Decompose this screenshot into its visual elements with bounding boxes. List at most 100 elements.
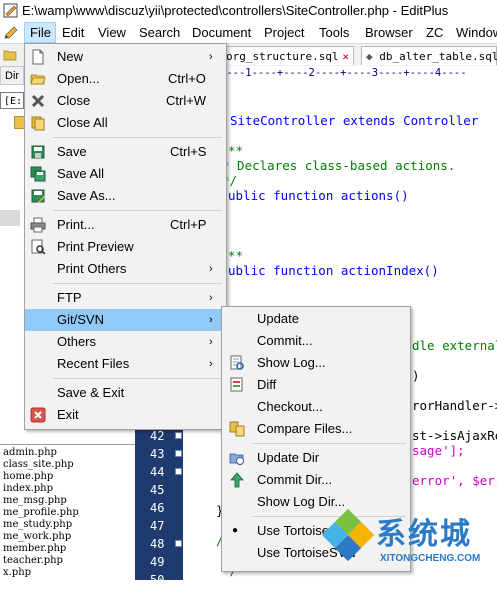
file-item[interactable]: admin.php	[3, 447, 57, 459]
menu-item-commit[interactable]: Commit...	[222, 330, 410, 352]
file-item[interactable]: me_study.php	[3, 519, 72, 531]
menu-item-checkout[interactable]: Checkout...	[222, 396, 410, 418]
show-log-icon	[230, 355, 244, 370]
close-all-icon	[31, 116, 45, 131]
folder-icon[interactable]	[3, 48, 17, 62]
submenu-arrow-icon: ›	[209, 292, 213, 304]
new-file-icon	[32, 49, 44, 65]
dir-tab[interactable]: Dir	[0, 66, 24, 85]
menu-edit[interactable]: Edit	[62, 22, 84, 43]
save-icon	[31, 145, 45, 159]
update-dir-icon	[229, 453, 244, 465]
menu-item-print-others[interactable]: Print Others ›	[25, 258, 226, 280]
menu-item-open[interactable]: Open... Ctrl+O	[25, 68, 226, 90]
menu-file[interactable]: File	[24, 22, 56, 43]
fold-marker-icon[interactable]	[175, 468, 182, 475]
code-text: st->isAjaxRe	[412, 428, 497, 443]
open-folder-icon	[30, 74, 46, 85]
menu-project[interactable]: Project	[264, 22, 304, 43]
fold-marker-icon[interactable]	[175, 432, 182, 439]
code-comment: dle external	[412, 338, 497, 353]
menu-separator	[53, 283, 222, 284]
menu-document[interactable]: Document	[192, 22, 251, 43]
editplus-app-icon[interactable]	[3, 3, 18, 18]
watermark-logo-icon	[321, 508, 375, 562]
title-bar: E:\wamp\www\discuz\yii\protected\control…	[0, 0, 497, 22]
menu-item-git-svn[interactable]: Git/SVN ›	[25, 309, 226, 331]
file-item[interactable]: me_profile.php	[3, 507, 79, 519]
code-string: error', $erro	[412, 473, 497, 488]
file-item[interactable]: member.php	[3, 543, 66, 555]
menu-item-commit-dir[interactable]: Commit Dir...	[222, 469, 410, 491]
menu-browser[interactable]: Browser	[365, 22, 413, 43]
code-string: sage'];	[412, 443, 465, 458]
tab-label: db_alter_table.sql	[379, 50, 497, 63]
menu-item-print[interactable]: Print... Ctrl+P	[25, 214, 226, 236]
menu-bar: File Edit View Search Document Project T…	[0, 22, 497, 43]
menu-item-ftp[interactable]: FTP ›	[25, 287, 226, 309]
menu-item-recent-files[interactable]: Recent Files ›	[25, 353, 226, 375]
menu-item-new[interactable]: New ›	[25, 46, 226, 68]
menu-item-update[interactable]: Update	[222, 308, 410, 330]
menu-window[interactable]: Window	[456, 22, 497, 43]
menu-item-exit[interactable]: Exit	[25, 404, 226, 426]
line-number: 47	[150, 519, 165, 533]
menu-view[interactable]: View	[98, 22, 126, 43]
line-number: 45	[150, 483, 165, 497]
menu-separator	[53, 210, 222, 211]
file-item[interactable]: home.php	[3, 471, 53, 483]
file-item[interactable]: me_msg.php	[3, 495, 67, 507]
menu-item-print-preview[interactable]: Print Preview	[25, 236, 226, 258]
file-item[interactable]: class_site.php	[3, 459, 74, 471]
column-ruler: ----1----+----2----+----3----+----4----	[220, 66, 497, 81]
menu-item-diff[interactable]: Diff	[222, 374, 410, 396]
menu-item-close-all[interactable]: Close All	[25, 112, 226, 134]
tab-db-alter-table[interactable]: ◆ db_alter_table.sql	[361, 46, 497, 65]
submenu-arrow-icon: ›	[209, 263, 213, 275]
menu-item-close[interactable]: Close Ctrl+W	[25, 90, 226, 112]
menu-item-save-exit[interactable]: Save & Exit	[25, 382, 226, 404]
menu-item-update-dir[interactable]: Update Dir	[222, 447, 410, 469]
selected-folder-row[interactable]	[0, 210, 20, 226]
menu-item-others[interactable]: Others ›	[25, 331, 226, 353]
save-as-icon	[31, 189, 45, 203]
close-tab-icon[interactable]: ✕	[342, 47, 349, 66]
exit-icon	[30, 407, 46, 423]
file-item[interactable]: teacher.php	[3, 555, 63, 567]
code-text: )	[412, 368, 420, 383]
drive-selector[interactable]: [E:	[0, 92, 24, 109]
tab-label: org_structure.sql	[226, 50, 339, 63]
close-x-icon	[31, 94, 45, 108]
submenu-arrow-icon: ›	[209, 51, 213, 63]
sql-file-icon: ◆	[366, 50, 380, 63]
save-all-icon	[30, 166, 46, 182]
tab-org-structure[interactable]: org_structure.sql ✕	[221, 46, 354, 65]
fold-marker-icon[interactable]	[175, 540, 182, 547]
commit-dir-icon	[230, 472, 244, 488]
menu-item-show-log[interactable]: Show Log...	[222, 352, 410, 374]
menu-item-compare-files[interactable]: Compare Files...	[222, 418, 410, 440]
compare-files-icon	[229, 421, 245, 437]
code-text: rorHandler->e	[412, 398, 497, 413]
print-preview-icon	[31, 239, 46, 255]
menu-item-save-all[interactable]: Save All	[25, 163, 226, 185]
watermark-url: XITONGCHENG.COM	[380, 553, 481, 564]
menu-search[interactable]: Search	[139, 22, 180, 43]
menu-item-save-as[interactable]: Save As...	[25, 185, 226, 207]
watermark: 系统城 XITONGCHENG.COM	[318, 505, 497, 580]
file-item[interactable]: x.php	[3, 567, 31, 579]
menu-separator	[252, 443, 406, 444]
menu-item-save[interactable]: Save Ctrl+S	[25, 141, 226, 163]
file-item[interactable]: index.php	[3, 483, 53, 495]
menu-zc[interactable]: ZC	[426, 22, 443, 43]
pencil-icon	[4, 26, 18, 39]
file-item[interactable]: me_work.php	[3, 531, 71, 543]
code-function-actions: ublic function actions()	[228, 188, 409, 203]
file-list: admin.php class_site.php home.php index.…	[0, 444, 135, 581]
line-number: 50	[150, 573, 165, 587]
code-class-decl: SiteController extends Controller	[230, 113, 479, 128]
bullet-icon: ●	[232, 525, 239, 536]
watermark-text: 系统城	[376, 517, 472, 552]
fold-marker-icon[interactable]	[175, 450, 182, 457]
menu-tools[interactable]: Tools	[319, 22, 349, 43]
